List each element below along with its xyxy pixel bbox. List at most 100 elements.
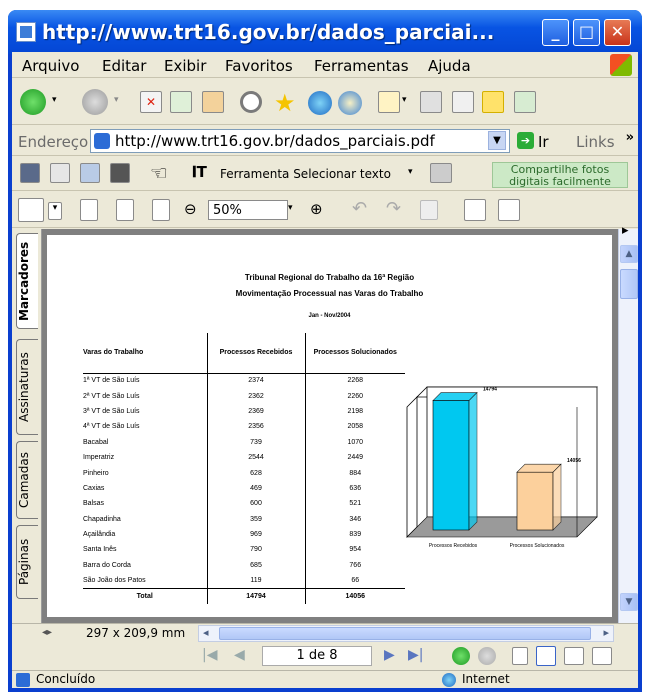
cell-recebidos: 2369: [206, 403, 305, 420]
zoom-in-icon[interactable]: ⊕: [310, 200, 323, 218]
zoom-out-icon[interactable]: ⊖: [184, 200, 197, 218]
page-layout-icon[interactable]: [420, 200, 438, 220]
select-text-icon[interactable]: 𝐈T: [192, 163, 207, 181]
menu-editar[interactable]: Editar: [102, 57, 146, 75]
page-done-icon: [16, 673, 30, 687]
facing-mode-icon[interactable]: [564, 647, 584, 665]
last-page-icon[interactable]: ▶|: [408, 647, 423, 663]
previous-view-icon[interactable]: [452, 647, 470, 665]
discuss-icon[interactable]: [482, 91, 504, 113]
forward-icon[interactable]: [82, 89, 108, 115]
media-icon[interactable]: [308, 91, 332, 115]
address-dropdown-icon[interactable]: ▼: [488, 131, 506, 150]
fit-width-icon[interactable]: [152, 199, 170, 221]
scroll-down-icon[interactable]: ▼: [620, 593, 638, 611]
data-table: Varas do Trabalho Processos Recebidos Pr…: [83, 333, 405, 604]
category-label-1: Processos Recebidos: [429, 543, 478, 549]
menu-favoritos[interactable]: Favoritos: [225, 57, 293, 75]
rotate-left-icon[interactable]: ↶: [352, 198, 367, 219]
split-icon[interactable]: ◂▸: [42, 627, 52, 638]
minimize-button[interactable]: _: [542, 19, 569, 46]
address-url[interactable]: http://www.trt16.gov.br/dados_parciais.p…: [115, 132, 435, 150]
zoom-value[interactable]: 50%: [213, 203, 242, 218]
history-icon[interactable]: [338, 91, 362, 115]
address-input[interactable]: http://www.trt16.gov.br/dados_parciais.p…: [90, 129, 510, 153]
menu-ferramentas[interactable]: Ferramentas: [314, 57, 409, 75]
continuous-page-icon[interactable]: [498, 199, 520, 221]
select-tool-dropdown-icon[interactable]: ▾: [408, 167, 413, 177]
search-icon[interactable]: [240, 91, 262, 113]
tab-paginas[interactable]: Páginas: [16, 525, 38, 599]
actual-size-icon[interactable]: [80, 199, 98, 221]
snapshot-icon[interactable]: [430, 163, 452, 183]
continuous-facing-icon[interactable]: [592, 647, 612, 665]
title-bar[interactable]: http://www.trt16.gov.br/dados_parciai...…: [8, 10, 642, 54]
zoom-input[interactable]: 50%: [208, 200, 288, 220]
back-dropdown-icon[interactable]: ▾: [52, 95, 57, 105]
tab-camadas[interactable]: Camadas: [16, 441, 38, 519]
rotate-right-icon[interactable]: ↷: [386, 198, 401, 219]
cell-vara: Barra do Corda: [83, 561, 131, 569]
links-chevron-icon[interactable]: »: [626, 130, 634, 145]
first-page-icon[interactable]: |◀: [202, 647, 217, 663]
select-tool-label[interactable]: Ferramenta Selecionar texto: [220, 167, 391, 181]
table-row: Imperatriz 2544 2449: [83, 449, 405, 466]
next-view-icon[interactable]: [478, 647, 496, 665]
h-scroll-thumb[interactable]: [219, 627, 591, 640]
print-icon[interactable]: [50, 163, 70, 183]
tab-marcadores[interactable]: Marcadores: [16, 233, 38, 329]
tab-assinaturas[interactable]: Assinaturas: [16, 339, 38, 435]
cell-solucionados: 2260: [304, 388, 405, 404]
messenger-icon[interactable]: [514, 91, 536, 113]
save-icon[interactable]: [20, 163, 40, 183]
cell-recebidos: 2356: [206, 419, 305, 435]
table-row: 4ª VT de São Luís 2356 2058: [83, 419, 405, 435]
cell-vara: Bacabal: [83, 438, 109, 446]
scroll-left-icon[interactable]: ◂: [203, 626, 209, 639]
prev-page-icon[interactable]: ◀: [234, 647, 245, 663]
scroll-up-icon[interactable]: ▲: [620, 245, 638, 263]
print-icon[interactable]: [420, 91, 442, 113]
stop-icon[interactable]: ✕: [140, 91, 162, 113]
acrobat-toolbar-top: ☜ 𝐈T Ferramenta Selecionar texto ▾ Compa…: [12, 157, 638, 191]
menu-arquivo[interactable]: Arquivo: [22, 57, 79, 75]
vertical-scrollbar[interactable]: ▸ ▲ ▼: [618, 223, 638, 623]
cell-solucionados: 2268: [304, 373, 405, 389]
promo-banner[interactable]: Compartilhe fotos digitais facilmente: [492, 162, 628, 188]
hand-tool-icon[interactable]: ☜: [150, 161, 168, 185]
zoom-tool-dropdown-icon[interactable]: ▾: [48, 202, 62, 220]
cell-recebidos: 2362: [206, 388, 305, 404]
edit-icon[interactable]: [452, 91, 474, 113]
go-button[interactable]: Ir: [538, 133, 549, 151]
favorites-icon[interactable]: ★: [274, 89, 296, 117]
next-page-icon[interactable]: ▶: [384, 647, 395, 663]
links-button[interactable]: Links: [576, 133, 615, 151]
page-number-input[interactable]: 1 de 8: [262, 646, 372, 666]
fit-page-icon[interactable]: [116, 199, 134, 221]
mail-icon[interactable]: [378, 91, 400, 113]
zoom-tool-icon[interactable]: [18, 198, 44, 222]
go-arrow-icon[interactable]: ➔: [517, 132, 534, 149]
close-button[interactable]: ✕: [604, 19, 631, 46]
back-icon[interactable]: [20, 89, 46, 115]
horizontal-scrollbar[interactable]: ◂ ▸: [198, 625, 614, 642]
email-icon[interactable]: [80, 163, 100, 183]
mail-dropdown-icon[interactable]: ▾: [402, 95, 407, 105]
single-page-mode-icon[interactable]: [512, 647, 528, 665]
page-navigation: |◀ ◀ 1 de 8 ▶ ▶|: [12, 643, 638, 670]
home-icon[interactable]: [202, 91, 224, 113]
panel-arrow-icon[interactable]: ▸: [622, 223, 629, 238]
refresh-icon[interactable]: [170, 91, 192, 113]
table-row: Chapadinha 359 346: [83, 511, 405, 527]
menu-ajuda[interactable]: Ajuda: [428, 57, 471, 75]
maximize-button[interactable]: □: [573, 19, 600, 46]
forward-dropdown-icon[interactable]: ▾: [114, 95, 119, 105]
continuous-mode-icon[interactable]: [536, 646, 556, 666]
scroll-right-icon[interactable]: ▸: [603, 626, 609, 639]
find-icon[interactable]: [110, 163, 130, 183]
single-page-icon[interactable]: [464, 199, 486, 221]
scroll-thumb[interactable]: [620, 269, 638, 299]
zoom-dropdown-icon[interactable]: ▾: [288, 203, 293, 213]
menu-exibir[interactable]: Exibir: [164, 57, 206, 75]
ie-page-icon: [16, 22, 36, 42]
